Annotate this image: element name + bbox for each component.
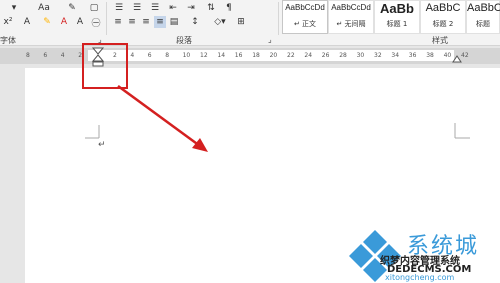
ruler-tick-label: 4 <box>130 52 135 59</box>
paragraph-mark: ↵ <box>98 140 106 150</box>
ruler-tick-label: 36 <box>408 52 417 59</box>
align-left-icon[interactable]: ≡ <box>112 16 124 28</box>
borders-icon[interactable]: ⊞ <box>234 16 248 28</box>
style-normal[interactable]: AaBbCcDd ↵ 正文 <box>282 0 328 34</box>
ruler-tick-label: 24 <box>304 52 313 59</box>
enclose-char-icon[interactable]: ㊀ <box>90 16 102 29</box>
ruler-tick-label: 6 <box>43 52 48 59</box>
decrease-indent-icon[interactable]: ⇤ <box>166 2 180 14</box>
char-border-icon[interactable]: ▢ <box>88 2 100 14</box>
style-no-spacing[interactable]: AaBbCcDd ↵ 无间隔 <box>328 0 374 34</box>
ruler-tick-label: 14 <box>217 52 226 59</box>
ruler-tick-label: 8 <box>165 52 170 59</box>
change-case-button[interactable]: Aa <box>36 2 52 14</box>
style-name: 标题 1 <box>386 20 408 28</box>
document-page[interactable]: ↵ 系统城 织梦内容管理系统 DEDECMS.COM xitongcheng.c… <box>25 68 500 283</box>
ruler-tick-label: 8 <box>26 52 30 59</box>
paragraph-group-label: 段落 <box>176 36 192 45</box>
ruler-tick-label: 38 <box>426 52 434 59</box>
ruler-tick-label: 26 <box>321 52 330 59</box>
numbering-icon[interactable]: ☰ <box>130 2 144 14</box>
ruler-tick-label: 22 <box>287 52 295 59</box>
style-preview: AaBbC <box>425 2 461 14</box>
increase-indent-icon[interactable]: ⇥ <box>184 2 198 14</box>
text-effects-icon[interactable]: A <box>22 16 32 28</box>
style-title[interactable]: AaBbC 标题 <box>466 0 500 34</box>
watermark-url: xitongcheng.com <box>385 273 455 282</box>
ribbon-group-labels: 字体 ⌟ 段落 ⌟ 样式 <box>0 35 500 46</box>
font-color-icon[interactable]: A <box>58 16 70 28</box>
highlight-icon[interactable]: ✎ <box>40 16 54 28</box>
ruler-tick-label: 16 <box>234 52 243 59</box>
ruler-tick-label: 30 <box>356 52 365 59</box>
styles-group-label: 样式 <box>432 36 448 45</box>
align-center-icon[interactable]: ≡ <box>126 16 138 28</box>
paragraph-dialog-launcher-icon[interactable]: ⌟ <box>268 35 272 44</box>
style-preview: AaBbC <box>467 2 500 14</box>
justify-icon[interactable]: ≡ <box>154 16 166 28</box>
show-marks-icon[interactable]: ¶ <box>222 2 236 14</box>
ruler-tick-label: 18 <box>252 52 260 59</box>
ruler-tick-label: 12 <box>200 52 208 59</box>
sort-icon[interactable]: ⇅ <box>204 2 218 14</box>
font-group-label: 字体 <box>0 36 16 45</box>
clear-format-icon[interactable]: ✎ <box>66 2 78 14</box>
ruler-tick-label: 6 <box>147 52 152 59</box>
align-right-icon[interactable]: ≡ <box>140 16 152 28</box>
style-name: ↵ 正文 <box>293 20 317 28</box>
ruler-tick-label: 40 <box>443 52 452 59</box>
ruler-tick-label: 42 <box>461 52 469 59</box>
style-name: 标题 <box>476 20 490 28</box>
style-preview: AaBb <box>380 1 414 16</box>
ruler-tick-label: 10 <box>182 52 191 59</box>
ruler-tick-label: 32 <box>374 52 382 59</box>
annotation-arrow-icon <box>117 84 208 152</box>
style-name: ↵ 无间隔 <box>336 20 366 28</box>
ruler-tick-label: 4 <box>60 52 65 59</box>
font-size-dropdown[interactable]: ▾ <box>2 2 26 14</box>
ruler-tick-label: 28 <box>339 52 347 59</box>
style-heading-2[interactable]: AaBbC 标题 2 <box>420 0 466 34</box>
line-spacing-icon[interactable]: ↕ <box>188 16 202 28</box>
style-heading-1[interactable]: AaBb 标题 1 <box>374 0 420 34</box>
ruler-tick-label: 20 <box>269 52 278 59</box>
right-indent-marker-icon[interactable] <box>452 55 462 63</box>
shading-icon[interactable]: A <box>74 16 86 28</box>
ruler-tick-label: 34 <box>391 52 400 59</box>
style-name: 标题 2 <box>432 20 454 28</box>
distributed-icon[interactable]: ▤ <box>168 16 180 28</box>
bullets-icon[interactable]: ☰ <box>112 2 126 14</box>
style-preview: AaBbCcDd <box>331 3 371 12</box>
style-preview: AaBbCcDd <box>285 3 325 12</box>
multilevel-list-icon[interactable]: ☰ <box>148 2 162 14</box>
shading-dropdown-icon[interactable]: ◇▾ <box>212 16 228 28</box>
superscript-icon[interactable]: x² <box>2 16 14 28</box>
